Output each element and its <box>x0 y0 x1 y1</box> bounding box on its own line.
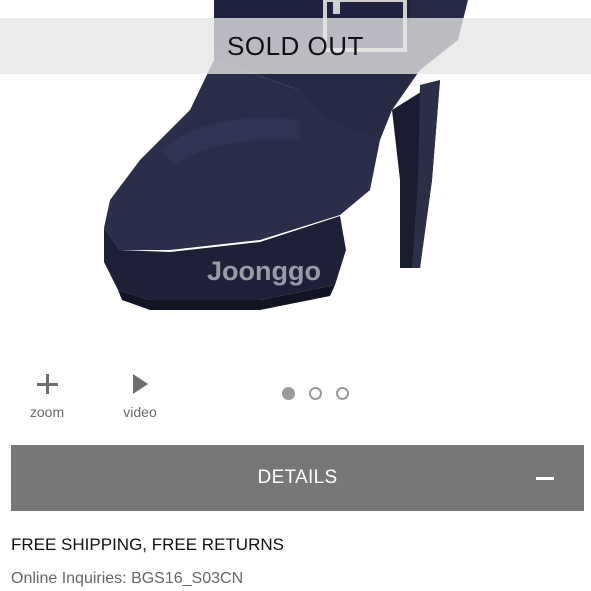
plus-icon <box>17 372 77 396</box>
carousel-dot-2[interactable] <box>309 387 322 400</box>
minus-icon[interactable] <box>536 477 554 480</box>
details-label: DETAILS <box>257 467 338 488</box>
carousel-dot-3[interactable] <box>336 387 349 400</box>
play-icon <box>110 372 170 396</box>
watermark: Joonggo <box>207 256 321 286</box>
video-button[interactable]: video <box>110 372 170 420</box>
sold-out-badge: SOLD OUT <box>0 18 591 74</box>
inquiry-code: Online Inquiries: BGS16_S03CN <box>11 570 244 587</box>
zoom-label: zoom <box>29 404 65 420</box>
shipping-info: FREE SHIPPING, FREE RETURNS <box>11 535 284 554</box>
image-carousel-dots <box>282 387 349 400</box>
details-accordion-header[interactable]: DETAILS <box>11 445 584 511</box>
zoom-button[interactable]: zoom <box>17 372 77 420</box>
carousel-dot-1[interactable] <box>282 387 295 400</box>
video-label: video <box>123 404 157 420</box>
product-image[interactable]: SOLD OUT Joonggo <box>0 0 591 340</box>
